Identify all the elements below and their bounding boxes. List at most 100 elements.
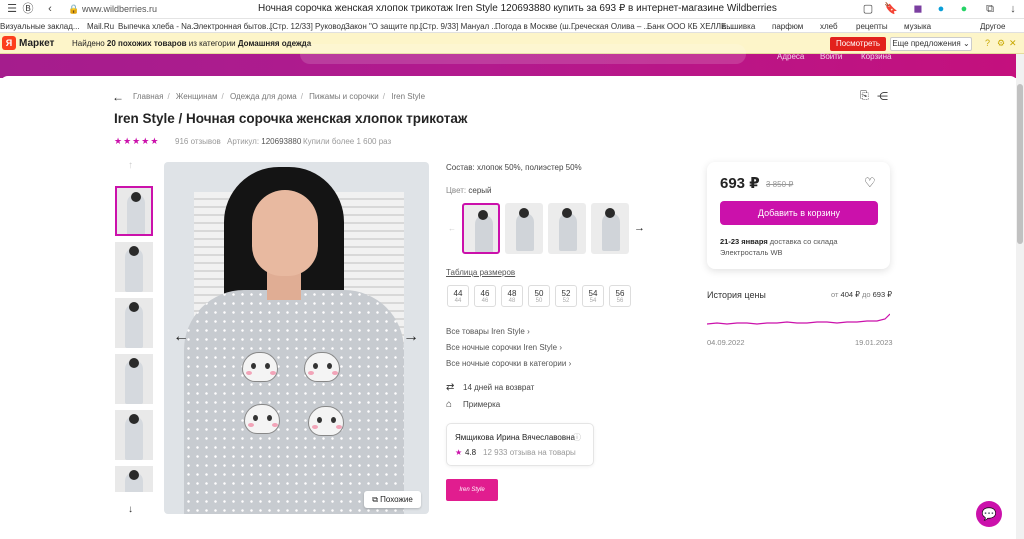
bookmark-item[interactable]: Закон "О защите пр... <box>345 22 425 31</box>
color-swatch[interactable] <box>591 203 629 254</box>
returns-info: 14 дней на возврат <box>463 383 535 392</box>
extension-icon[interactable]: ◼ <box>912 3 924 15</box>
share-icon[interactable]: ⋲ <box>877 90 888 103</box>
bookmark-item[interactable]: Электронная бытов... <box>193 22 273 31</box>
compare-icon[interactable]: ⎘ <box>860 90 869 103</box>
thumbnail[interactable] <box>115 186 153 236</box>
whatsapp-icon[interactable]: ● <box>958 3 970 15</box>
size-option[interactable]: 48 48 <box>501 285 523 307</box>
brand-logo[interactable]: Iren Style <box>446 479 498 501</box>
breadcrumb-item[interactable]: Женщинам <box>176 92 218 101</box>
size-option[interactable]: 44 44 <box>447 285 469 307</box>
skype-icon[interactable]: ● <box>935 3 947 15</box>
bookmark-item[interactable]: парфюм <box>772 22 803 31</box>
bookmark-icon[interactable]: 🔖 <box>884 3 898 15</box>
arrow-left-icon[interactable]: ← <box>448 224 456 233</box>
bookmark-item[interactable]: Другое <box>980 22 1005 31</box>
settings-icon[interactable]: ⚙ <box>997 38 1005 49</box>
back-icon[interactable]: ‹ <box>44 3 56 15</box>
search-input[interactable] <box>300 44 746 64</box>
chevron-down-icon[interactable]: ↓ <box>128 504 133 515</box>
breadcrumb-item[interactable]: Iren Style <box>391 92 425 101</box>
arrow-left-icon[interactable]: ← <box>173 328 189 346</box>
chat-icon[interactable]: 💬 <box>976 501 1002 527</box>
look-button[interactable]: Посмотреть <box>830 37 886 51</box>
similar-icon: ⧉ <box>372 495 378 504</box>
heart-icon[interactable]: ♡ <box>864 175 876 191</box>
yandex-logo-icon: Я <box>2 36 16 50</box>
breadcrumb-item[interactable]: Главная <box>133 92 163 101</box>
bookmark-item[interactable]: рецепты <box>856 22 888 31</box>
nav-login[interactable]: Войти <box>820 52 842 61</box>
arrow-right-icon[interactable]: → <box>403 328 419 346</box>
delivery-info: 21-23 января доставка со склада Электрост… <box>720 237 838 257</box>
price: 693 ₽ <box>720 175 760 192</box>
link-brand-nightgowns[interactable]: Все ночные сорочки Iren Style › <box>446 343 562 352</box>
more-offers-dropdown[interactable]: Еще предложения ⌄ <box>890 37 972 51</box>
star-icon: ★ <box>455 448 463 457</box>
size-option[interactable]: 46 46 <box>474 285 496 307</box>
bookmark-item[interactable]: музыка <box>904 22 931 31</box>
size-option[interactable]: 50 50 <box>528 285 550 307</box>
menu-icon[interactable]: ☰ <box>6 3 18 15</box>
bookmark-item[interactable]: Выпечка хлеба - Na... <box>118 22 198 31</box>
seller-card[interactable]: Ямщикова Ирина Вячеславовна ⓘ ★ 4.8 12 9… <box>446 423 594 466</box>
bookmark-item[interactable]: [Стр. 12/33] Руковод... <box>270 22 352 31</box>
thumbnail[interactable] <box>115 354 153 404</box>
bookmark-item[interactable]: хлеб <box>820 22 838 31</box>
bookmark-item[interactable]: Визуальные заклад... <box>0 22 80 31</box>
price-history-chart[interactable] <box>707 306 890 334</box>
size-option[interactable]: 56 56 <box>609 285 631 307</box>
bookmark-item[interactable]: вышивка <box>722 22 755 31</box>
address-bar[interactable]: www.wildberries.ru <box>82 4 157 14</box>
add-to-cart-button[interactable]: Добавить в корзину <box>720 201 878 225</box>
scrollbar-thumb[interactable] <box>1017 84 1023 244</box>
nav-addresses[interactable]: Адреса <box>777 52 804 61</box>
seller-name[interactable]: Ямщикова Ирина Вячеславовна <box>455 433 575 442</box>
page-title-bar: Ночная сорочка женская хлопок трикотаж I… <box>258 3 777 14</box>
thumbnail[interactable] <box>115 410 153 460</box>
price-history-title: История цены <box>707 290 766 300</box>
color-swatch[interactable] <box>505 203 543 254</box>
seller-reviews[interactable]: 12 933 отзыва на товары <box>483 448 576 457</box>
thumbnail[interactable] <box>115 466 153 492</box>
thumbnail[interactable] <box>115 242 153 292</box>
bookmark-item[interactable]: [Стр. 9/33] Мануал ... <box>420 22 498 31</box>
similar-button[interactable]: ⧉ Похожие <box>364 491 421 508</box>
close-icon[interactable]: ✕ <box>1009 38 1017 49</box>
bookmark-item[interactable]: Mail.Ru <box>87 22 114 31</box>
bookmark-item[interactable]: Греческая Олива – ... <box>571 22 650 31</box>
size-option[interactable]: 54 54 <box>582 285 604 307</box>
product-title: Iren Style / Ночная сорочка женская хлоп… <box>114 111 468 126</box>
composition: Состав: хлопок 50%, полиэстер 50% <box>446 163 582 172</box>
seller-rating: 4.8 <box>465 448 477 457</box>
chevron-up-icon[interactable]: ↑ <box>128 160 133 171</box>
link-all-brand[interactable]: Все товары Iren Style › <box>446 327 530 336</box>
download-icon[interactable]: ↓ <box>1007 3 1019 15</box>
product-photo[interactable] <box>164 162 429 514</box>
price-history-range: от 404 ₽ до 693 ₽ <box>831 290 892 299</box>
size-table-link[interactable]: Таблица размеров <box>446 268 515 277</box>
scrollbar[interactable] <box>1016 54 1024 539</box>
color-swatch[interactable] <box>462 203 500 254</box>
copy-icon[interactable]: ▢ <box>862 3 874 15</box>
thumbnail[interactable] <box>115 298 153 348</box>
nav-cart[interactable]: Корзина <box>861 52 891 61</box>
reviews-link[interactable]: 916 отзывов <box>175 137 221 146</box>
info-icon[interactable]: ⓘ <box>573 432 581 443</box>
help-icon[interactable]: ? <box>985 38 990 48</box>
puzzle-icon[interactable]: ⧉ <box>984 3 996 15</box>
yandex-market-logo[interactable]: Я Маркет <box>0 36 54 50</box>
color-swatch[interactable] <box>548 203 586 254</box>
back-arrow-icon[interactable]: ← <box>112 90 124 104</box>
arrow-right-icon[interactable]: → <box>634 222 645 234</box>
breadcrumb-item[interactable]: Одежда для дома <box>230 92 297 101</box>
link-category[interactable]: Все ночные сорочки в категории › <box>446 359 571 368</box>
bookmark-item[interactable]: Погода в Москве (ш... <box>495 22 575 31</box>
fitting-info: Примерка <box>463 400 501 409</box>
size-option[interactable]: 52 52 <box>555 285 577 307</box>
bookmarks-bar: Визуальные заклад... Mail.Ru Выпечка хле… <box>0 19 1024 33</box>
bookmark-item[interactable]: Банк ООО КБ ХЕЛЛЕ... <box>647 22 733 31</box>
reader-icon[interactable]: Ⓑ <box>22 3 34 15</box>
breadcrumb-item[interactable]: Пижамы и сорочки <box>309 92 379 101</box>
